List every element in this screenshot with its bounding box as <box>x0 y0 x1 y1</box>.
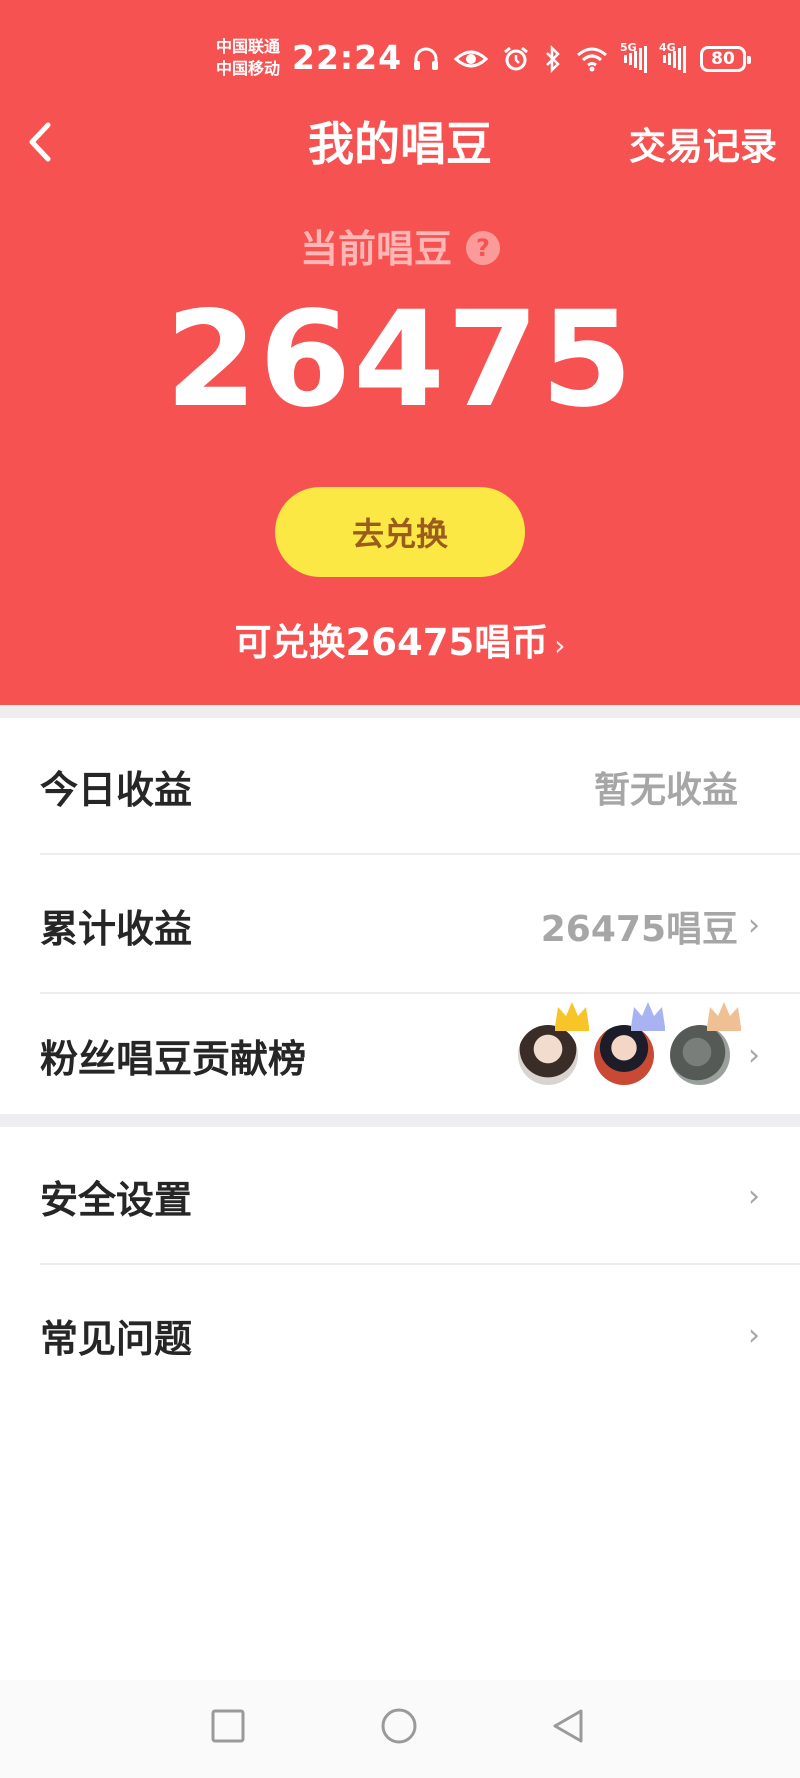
chevron-right-icon: › <box>748 1037 760 1073</box>
convertible-link[interactable]: 可兑换26475唱币 › <box>0 612 800 666</box>
exchange-button[interactable]: 去兑换 <box>275 487 525 577</box>
balance-label: 当前唱豆? <box>0 218 800 273</box>
status-bar: 中国联通 中国移动 22:24 5G 4G 80 <box>0 0 800 100</box>
carrier-1: 中国联通 <box>216 37 281 56</box>
convertible-text: 可兑换26475唱币 <box>234 621 549 664</box>
chevron-right-icon: › <box>748 1317 760 1353</box>
fan-ranking-label: 粉丝唱豆贡献榜 <box>40 1036 307 1081</box>
signal-4g-icon: 4G <box>659 41 686 73</box>
eye-icon <box>454 47 488 71</box>
total-earnings-value: 26475唱豆 <box>540 908 738 950</box>
chevron-right-icon: › <box>554 629 566 662</box>
avatar <box>594 1002 665 1085</box>
wifi-icon <box>576 46 608 72</box>
row-total-earnings[interactable]: 累计收益 26475唱豆 › <box>0 857 800 994</box>
top-fans-avatars <box>502 996 741 1114</box>
row-divider <box>40 992 800 994</box>
row-faq[interactable]: 常见问题 › <box>0 1265 800 1405</box>
signal-5g-icon: 5G <box>620 41 647 73</box>
recent-apps-icon[interactable] <box>210 1708 246 1744</box>
headphones-icon <box>412 45 440 73</box>
today-earnings-value: 暂无收益 <box>593 769 738 811</box>
row-today-earnings: 今日收益 暂无收益 <box>0 718 800 855</box>
crown-bronze-icon <box>707 1002 741 1031</box>
help-icon[interactable]: ? <box>466 230 500 265</box>
carrier-names: 中国联通 中国移动 <box>216 36 280 80</box>
balance-label-text: 当前唱豆 <box>299 227 452 271</box>
alarm-icon <box>502 45 530 73</box>
row-security-settings[interactable]: 安全设置 › <box>0 1127 800 1265</box>
battery-icon: 80 <box>700 46 751 72</box>
chevron-right-icon: › <box>748 1178 760 1214</box>
bluetooth-icon <box>544 45 562 73</box>
faq-label: 常见问题 <box>40 1316 193 1361</box>
crown-silver-icon <box>631 1002 665 1031</box>
back-triangle-icon[interactable] <box>550 1707 586 1745</box>
balance-amount: 26475 <box>165 283 635 437</box>
signal-4g-label: 4G <box>659 41 676 54</box>
status-icons: 5G 4G 80 <box>412 41 751 76</box>
carrier-2: 中国移动 <box>216 59 281 78</box>
chevron-right-icon: › <box>748 908 760 943</box>
crown-gold-icon <box>555 1002 589 1031</box>
transaction-records-link[interactable]: 交易记录 <box>629 116 777 170</box>
row-fan-contribution-ranking[interactable]: 粉丝唱豆贡献榜 › <box>0 996 800 1114</box>
avatar <box>518 1002 589 1085</box>
signal-5g-label: 5G <box>620 41 637 54</box>
section-divider <box>0 705 800 718</box>
home-icon[interactable] <box>380 1707 418 1745</box>
today-earnings-label: 今日收益 <box>40 768 193 812</box>
header-panel: 中国联通 中国移动 22:24 5G 4G 80 我的唱豆 交易记录 当前唱豆 … <box>0 0 800 705</box>
section-divider <box>0 1114 800 1127</box>
security-settings-label: 安全设置 <box>40 1177 193 1222</box>
system-navigation-bar <box>0 1680 800 1778</box>
row-divider <box>40 853 800 855</box>
total-earnings-label: 累计收益 <box>40 907 193 951</box>
status-time: 22:24 <box>292 38 403 77</box>
avatar <box>670 1002 741 1085</box>
